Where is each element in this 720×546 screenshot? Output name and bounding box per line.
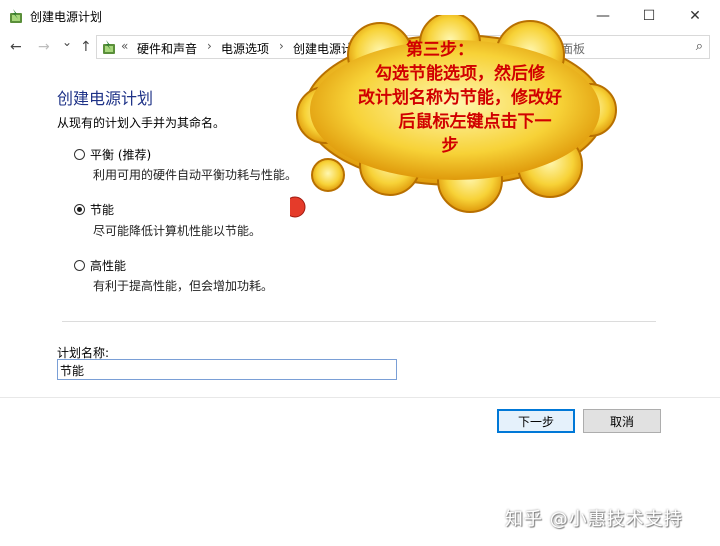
- callout-line: 后鼠标左键点击下一: [398, 112, 552, 132]
- power-options-icon: [10, 9, 22, 23]
- maximize-icon: ☐: [642, 8, 656, 24]
- forward-icon[interactable]: →: [38, 39, 50, 55]
- radio-balanced[interactable]: [74, 149, 85, 160]
- option-high-performance-label[interactable]: 高性能: [90, 257, 126, 274]
- option-power-saver-desc: 尽可能降低计算机性能以节能。: [93, 224, 262, 238]
- cancel-button-label: 取消: [609, 414, 634, 429]
- breadcrumb-power-options[interactable]: 电源选项: [221, 40, 269, 57]
- control-panel-icon: [103, 40, 115, 54]
- radio-power-saver[interactable]: [74, 204, 85, 215]
- next-button-label: 下一步: [517, 414, 554, 429]
- option-balanced-label[interactable]: 平衡 (推荐): [90, 146, 151, 163]
- callout-line: 步: [441, 136, 459, 156]
- footer-divider: [0, 397, 720, 398]
- option-high-performance-desc: 有利于提高性能，但会增加功耗。: [93, 279, 274, 293]
- close-icon: ✕: [689, 8, 701, 24]
- option-power-saver-label[interactable]: 节能: [90, 201, 114, 218]
- divider: [62, 321, 656, 322]
- window-title: 创建电源计划: [30, 10, 103, 24]
- breadcrumb-hardware-sound[interactable]: 硬件和声音: [137, 40, 197, 57]
- callout-line: 勾选节能选项，然后修: [375, 64, 545, 84]
- plan-name-value: 节能: [60, 364, 85, 378]
- callout-text: 第三步： 勾选节能选项，然后修 改计划名称为节能，修改好 后鼠标左键点击下一 步: [310, 38, 610, 158]
- cancel-button[interactable]: 取消: [583, 409, 661, 433]
- watermark: 知乎 @小惠技术支持: [505, 509, 683, 530]
- page-title: 创建电源计划: [57, 89, 154, 108]
- option-balanced-desc: 利用可用的硬件自动平衡功耗与性能。: [93, 168, 298, 182]
- up-icon[interactable]: ↑: [80, 39, 92, 55]
- callout-line: 改计划名称为节能，修改好: [358, 88, 562, 108]
- close-button[interactable]: ✕: [672, 0, 718, 32]
- back-icon[interactable]: ←: [10, 39, 22, 55]
- maximize-button[interactable]: ☐: [626, 0, 672, 32]
- breadcrumb-separator-icon: ›: [207, 39, 212, 53]
- address-overflow-icon[interactable]: «: [121, 39, 128, 53]
- plan-name-input[interactable]: 节能: [57, 359, 397, 380]
- radio-high-performance[interactable]: [74, 260, 85, 271]
- callout-line: 第三步：: [406, 40, 474, 60]
- recent-locations-icon[interactable]: ⌄: [62, 35, 72, 49]
- page-subtitle: 从现有的计划入手并为其命名。: [57, 116, 226, 130]
- next-button[interactable]: 下一步: [497, 409, 575, 433]
- search-icon[interactable]: ⌕: [696, 39, 703, 54]
